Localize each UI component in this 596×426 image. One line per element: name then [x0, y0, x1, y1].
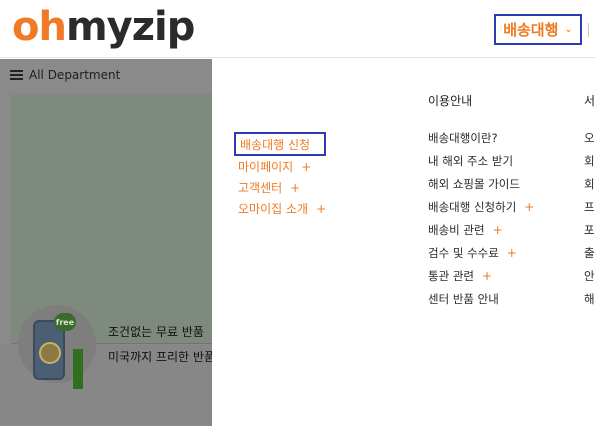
free-badge: free [54, 313, 76, 331]
dropdown-menu-panel: 배송대행 신청 마이페이지 + 고객센터 + 오마이집 소개 + 이용안내 배송… [212, 59, 596, 426]
service-sub-menu: 배송대행 신청 마이페이지 + 고객센터 + 오마이집 소개 + [234, 132, 327, 219]
promo-subtitle: 미국까지 프리한 반품 [108, 350, 215, 364]
menu-link-label: 포 [584, 222, 595, 237]
sub-menu-label: 오마이집 소개 [238, 202, 309, 216]
sub-menu-item-customer-center[interactable]: 고객센터 + [238, 177, 326, 198]
chevron-down-icon: ⌄ [564, 24, 573, 35]
menu-link[interactable]: 배송대행이란? [428, 126, 578, 149]
hamburger-icon [10, 70, 23, 80]
menu-link[interactable]: 해외 쇼핑몰 가이드 [428, 172, 578, 195]
plus-icon: + [481, 268, 493, 283]
sub-menu-label: 마이페이지 [238, 160, 294, 174]
sub-menu-item-mypage[interactable]: 마이페이지 + [238, 156, 326, 177]
menu-column-service: 서 오 회 회 프 포 출 안 해 [584, 92, 596, 310]
green-bar-decoration [73, 349, 83, 389]
header: oh myzip 배송대행 ⌄ [0, 0, 596, 58]
plus-icon: + [301, 159, 312, 174]
page: oh myzip 배송대행 ⌄ All Department free 조건없는 … [0, 0, 596, 426]
menu-link-label: 배송비 관련 [428, 222, 485, 237]
menu-column-guide: 이용안내 배송대행이란? 내 해외 주소 받기 해외 쇼핑몰 가이드 배송대행 … [428, 92, 578, 310]
menu-link-label: 센터 반품 안내 [428, 291, 499, 306]
menu-link[interactable]: 통관 관련 + [428, 264, 578, 287]
all-department-label: All Department [29, 68, 121, 82]
promo-title[interactable]: 조건없는 무료 반품 [108, 323, 204, 340]
menu-link-label: 내 해외 주소 받기 [428, 153, 514, 168]
menu-link-label: 해 [584, 291, 595, 306]
menu-link-label: 통관 관련 [428, 268, 474, 283]
plus-icon: + [506, 245, 517, 260]
menu-link[interactable]: 내 해외 주소 받기 [428, 149, 578, 172]
main-banner [11, 94, 212, 344]
menu-link[interactable]: 센터 반품 안내 [428, 287, 578, 310]
logo-myzip: myzip [65, 4, 195, 50]
menu-link[interactable]: 배송비 관련 + [428, 218, 578, 241]
menu-link[interactable]: 회 [584, 149, 596, 172]
logo-oh: oh [12, 4, 67, 50]
service-select-button[interactable]: 배송대행 ⌄ [494, 14, 582, 45]
menu-link-label: 배송대행 신청하기 [428, 199, 517, 214]
column-heading: 서 [584, 94, 596, 108]
menu-link-label: 해외 쇼핑몰 가이드 [428, 176, 520, 191]
menu-link-label: 오 [584, 130, 595, 145]
menu-link[interactable]: 출 [584, 241, 596, 264]
sub-menu-label: 고객센터 [238, 181, 283, 195]
menu-link-label: 프 [584, 199, 595, 214]
menu-link[interactable]: 프 [584, 195, 596, 218]
menu-link[interactable]: 배송대행 신청하기 + [428, 195, 578, 218]
column-heading: 이용안내 [428, 94, 473, 108]
menu-link-label: 회 [584, 176, 595, 191]
sub-menu-item-about[interactable]: 오마이집 소개 + [238, 198, 326, 219]
plus-icon: + [492, 222, 503, 237]
plus-icon: + [524, 199, 535, 214]
menu-link[interactable]: 포 [584, 218, 596, 241]
header-divider [588, 23, 589, 37]
sub-menu-label: 배송대행 신청 [240, 137, 311, 152]
coin-icon [39, 342, 61, 364]
menu-link[interactable]: 오 [584, 126, 596, 149]
service-select-label: 배송대행 [503, 21, 559, 39]
menu-link-label: 회 [584, 153, 595, 168]
menu-link-label: 안 [584, 268, 595, 283]
menu-link[interactable]: 회 [584, 172, 596, 195]
ohmyzip-logo[interactable]: oh myzip [12, 4, 195, 50]
menu-link[interactable]: 해 [584, 287, 596, 310]
all-department-button[interactable]: All Department [0, 59, 212, 91]
sub-menu-item-apply[interactable]: 배송대행 신청 [234, 132, 327, 156]
column-links: 배송대행이란? 내 해외 주소 받기 해외 쇼핑몰 가이드 배송대행 신청하기 +… [428, 126, 578, 310]
menu-link-label: 출 [584, 245, 595, 260]
menu-link[interactable]: 안 [584, 264, 596, 287]
plus-icon: + [316, 201, 327, 216]
plus-icon: + [290, 180, 301, 195]
menu-link-label: 배송대행이란? [428, 130, 498, 145]
menu-link[interactable]: 검수 및 수수료 + [428, 241, 578, 264]
column-links: 오 회 회 프 포 출 안 해 [584, 126, 596, 310]
menu-link-label: 검수 및 수수료 [428, 245, 499, 260]
